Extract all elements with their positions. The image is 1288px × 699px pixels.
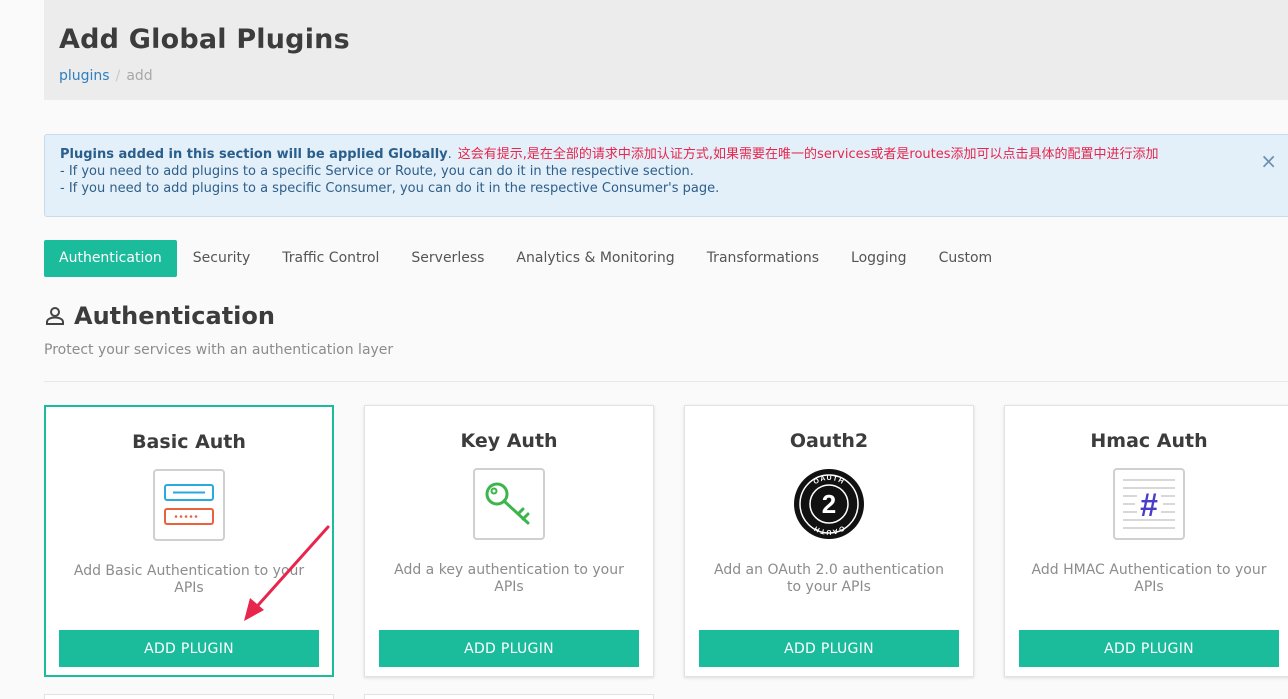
plugin-card-oauth2: Oauth2 OAUTH OAUTH 2 Add an OAuth 2.0 au… xyxy=(684,405,974,677)
category-tabs: Authentication Security Traffic Control … xyxy=(44,240,1008,277)
breadcrumb-separator: / xyxy=(115,68,121,84)
tab-logging[interactable]: Logging xyxy=(835,240,923,277)
basic-auth-icon xyxy=(153,469,225,541)
section-subtitle: Protect your services with an authentica… xyxy=(44,342,394,358)
card-description: Add a key authentication to your APIs xyxy=(394,562,624,595)
tab-serverless[interactable]: Serverless xyxy=(395,240,500,277)
alert-first-line: Plugins added in this section will be ap… xyxy=(60,146,1278,163)
tab-transformations[interactable]: Transformations xyxy=(691,240,835,277)
plugin-card-next-row xyxy=(44,694,334,699)
tab-security[interactable]: Security xyxy=(177,240,267,277)
page-header: Add Global Plugins plugins / add xyxy=(44,0,1288,100)
divider xyxy=(44,381,1288,382)
key-icon xyxy=(473,468,545,540)
section-heading: Authentication xyxy=(44,302,275,330)
alert-line-consumer: - If you need to add plugins to a specif… xyxy=(60,181,720,196)
add-plugin-button-basic-auth[interactable]: ADD PLUGIN xyxy=(59,630,319,667)
page-title: Add Global Plugins xyxy=(59,24,350,55)
card-description: Add HMAC Authentication to your APIs xyxy=(1031,562,1267,595)
card-description: Add an OAuth 2.0 authentication to your … xyxy=(714,562,944,595)
tab-traffic-control[interactable]: Traffic Control xyxy=(266,240,395,277)
breadcrumb-current: add xyxy=(126,68,153,84)
card-title: Hmac Auth xyxy=(1090,430,1208,452)
tab-custom[interactable]: Custom xyxy=(923,240,1009,277)
card-title: Oauth2 xyxy=(789,430,869,452)
tab-analytics-monitoring[interactable]: Analytics & Monitoring xyxy=(500,240,690,277)
info-alert: Plugins added in this section will be ap… xyxy=(44,134,1288,217)
alert-line-service: - If you need to add plugins to a specif… xyxy=(60,164,694,179)
card-title: Key Auth xyxy=(460,430,558,452)
breadcrumb: plugins / add xyxy=(59,68,153,84)
add-plugin-button-key-auth[interactable]: ADD PLUGIN xyxy=(379,630,639,667)
plugin-card-key-auth: Key Auth Add a key authentication to you… xyxy=(364,405,654,677)
close-icon[interactable]: × xyxy=(1260,151,1277,171)
tab-authentication[interactable]: Authentication xyxy=(44,240,177,277)
plugin-card-next-row xyxy=(364,694,654,699)
plugin-card-hmac-auth: Hmac Auth # Add HMAC Authentication to y… xyxy=(1004,405,1288,677)
annotation-note: 这会有提示,是在全部的请求中添加认证方式,如果需要在唯一的services或者是… xyxy=(457,147,1159,162)
alert-strong-text: Plugins added in this section will be ap… xyxy=(60,147,448,162)
add-plugin-button-hmac-auth[interactable]: ADD PLUGIN xyxy=(1019,630,1279,667)
svg-text:#: # xyxy=(1140,487,1158,523)
svg-text:2: 2 xyxy=(822,489,836,519)
section-title: Authentication xyxy=(74,302,275,330)
add-plugin-button-oauth2[interactable]: ADD PLUGIN xyxy=(699,630,959,667)
card-description: Add Basic Authentication to your APIs xyxy=(73,563,305,596)
person-icon xyxy=(44,305,66,327)
plugin-card-basic-auth: Basic Auth Add Basic Authentication to y… xyxy=(44,405,334,677)
alert-strong-suffix: . xyxy=(447,147,452,162)
hmac-icon: # xyxy=(1113,468,1185,540)
breadcrumb-plugins-link[interactable]: plugins xyxy=(59,68,110,84)
oauth2-icon: OAUTH OAUTH 2 xyxy=(793,468,865,540)
card-title: Basic Auth xyxy=(132,431,246,453)
